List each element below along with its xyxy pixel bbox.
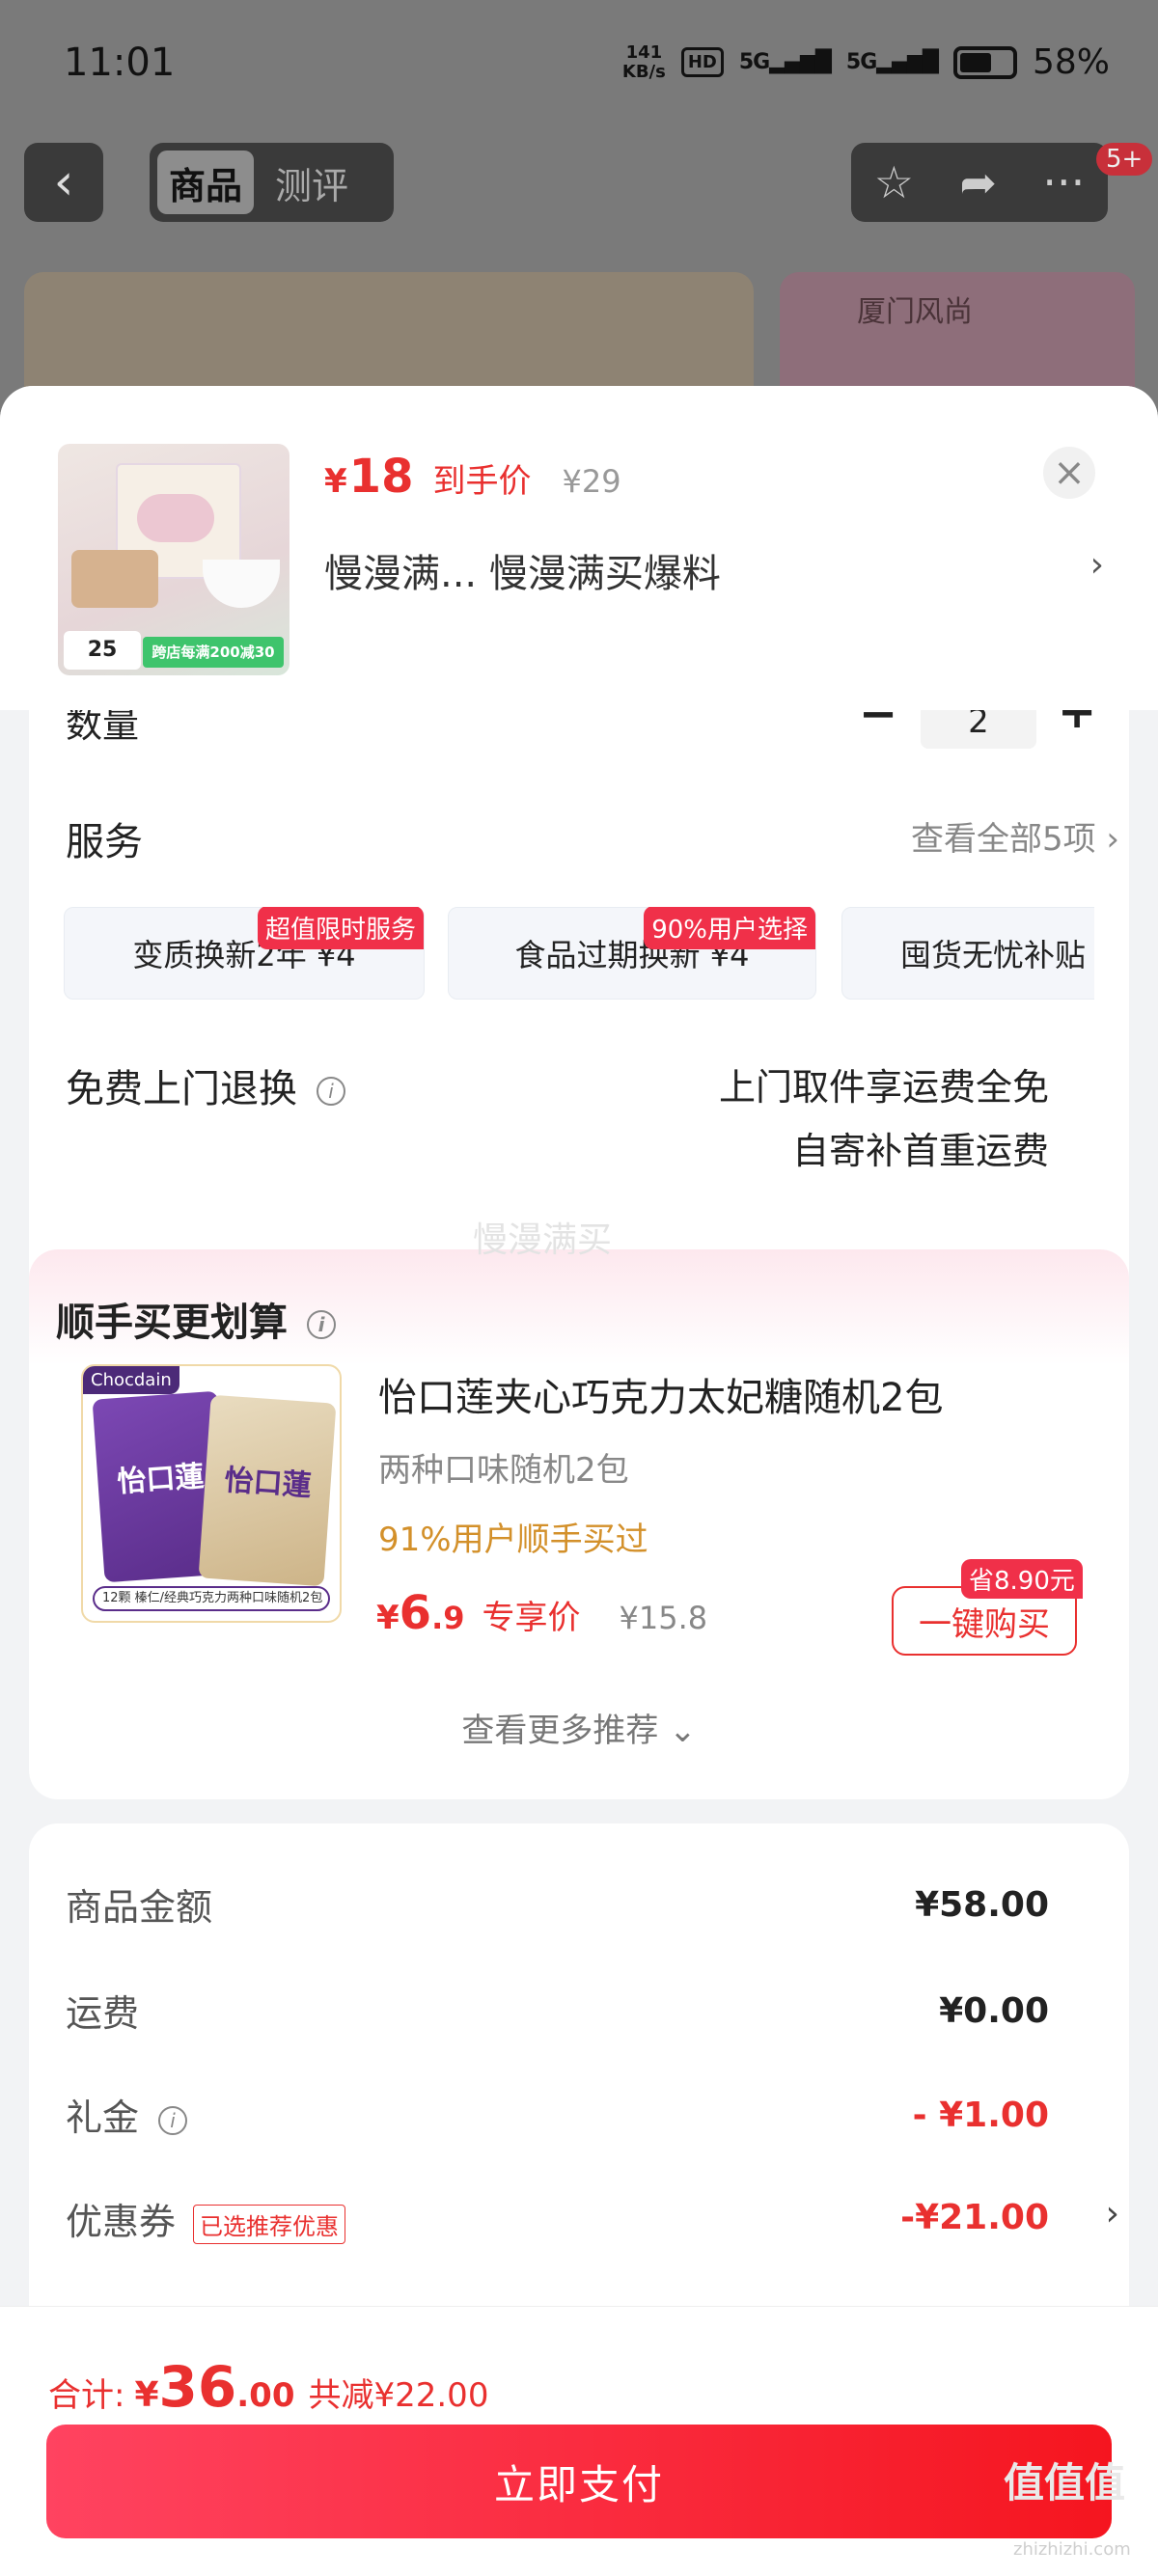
sku-price-row: ¥ 18 到手价 ¥29 [324,450,621,504]
summary-value[interactable]: -¥21.00 [900,2198,1049,2237]
sku-thumbnail: 25 跨店每满200减30 [58,444,290,675]
summary-label: 礼金 i [66,2088,188,2141]
summary-value: ¥0.00 [939,1991,1049,2031]
recommend-original-price: ¥15.8 [619,1600,708,1636]
status-time: 11:01 [64,41,176,85]
watermark-url: zhizhizhi.com [1013,2539,1131,2560]
service-chip-list: 变质换新2年 ¥4 超值限时服务 食品过期换新 ¥4 90%用户选择 囤货无忧补… [64,907,1094,1003]
info-icon[interactable]: i [158,2105,188,2135]
tab-product[interactable]: 商品 [157,151,255,214]
network-speed: 141 KB/s [621,41,666,82]
thumb-promo: 跨店每满200减30 [143,637,284,668]
sku-price: 18 [348,450,414,504]
summary-value: - ¥1.00 [912,2096,1049,2135]
return-title: 免费上门退换 i [66,1057,345,1113]
total-amount: 36 [158,2354,237,2420]
chevron-right-icon[interactable]: › [1090,545,1104,585]
sku-spec-selector[interactable]: 慢漫满... 慢漫满买爆料 [324,542,721,598]
battery-percent: 58% [1032,42,1110,82]
more-recommend-link[interactable]: 查看更多推荐 ⌄ [0,1704,1158,1751]
checkout-sheet: 25 跨店每满200减30 ¥ 18 到手价 ¥29 慢漫满... 慢漫满买爆料… [0,386,1158,2576]
page-tabs: 商品 测评 [150,143,394,222]
star-icon[interactable]: ☆ [874,156,914,208]
signal-icon-2: 5G▂▄▆█ [845,50,939,74]
recommend-name[interactable]: 怡口莲夹心巧克力太妃糖随机2包 [378,1366,943,1422]
service-view-all[interactable]: 查看全部5项 › [911,812,1119,860]
close-icon[interactable]: × [1043,447,1095,499]
return-desc-2: 自寄补首重运费 [791,1130,1049,1172]
service-chip[interactable]: 囤货无忧补贴 [841,907,1094,1000]
save-badge: 省8.90元 [961,1559,1083,1599]
sku-price-label: 到手价 [432,462,532,501]
battery-icon [952,45,1017,79]
banner-title: 厦门风尚 [857,295,973,329]
recommend-subtitle: 两种口味随机2包 [378,1451,629,1490]
tab-review[interactable]: 测评 [263,151,360,214]
thumb-date: 25 [64,631,141,670]
service-chip[interactable]: 变质换新2年 ¥4 超值限时服务 [64,907,425,1000]
brand-corner: Chocdain [83,1366,179,1394]
coupon-tag: 已选推荐优惠 [193,2205,346,2244]
return-desc-1: 上门取件享运费全免 [718,1066,1049,1109]
service-chip[interactable]: 食品过期换新 ¥4 90%用户选择 [448,907,816,1000]
pack-strip: 12颗 榛仁/经典巧克力两种口味随机2包 [93,1586,330,1611]
summary-label: 运费 [66,1992,140,2035]
service-title: 服务 [66,820,143,864]
info-icon[interactable]: i [307,1310,336,1339]
recommend-title: 顺手买更划算 i [56,1291,336,1347]
summary-label[interactable]: 优惠券 已选推荐优惠 [66,2192,346,2245]
share-icon[interactable]: ➦ [959,156,997,208]
pay-now-button[interactable]: 立即支付 [46,2425,1112,2538]
chevron-right-icon[interactable]: › [1106,2194,1119,2233]
message-badge: 5+ [1096,143,1153,176]
hd-icon: HD [680,47,724,77]
recommend-price-row: ¥ 6 .9 专享价 ¥15.8 [376,1586,708,1640]
back-icon[interactable]: ‹ [24,143,103,222]
signal-icon: 5G▂▄▆█ [738,50,832,74]
service-tag: 超值限时服务 [257,907,424,949]
recommend-social-proof: 91%用户顺手买过 [378,1521,648,1559]
info-icon[interactable]: i [317,1077,345,1106]
status-bar: 11:01 141 KB/s HD 5G▂▄▆█ 5G▂▄▆█ 58% [0,0,1158,130]
sku-header: 25 跨店每满200减30 ¥ 18 到手价 ¥29 慢漫满... 慢漫满买爆料… [0,386,1158,710]
watermark-logo: 值值值 [1004,2459,1126,2507]
summary-label: 商品金额 [66,1886,213,1929]
service-tag: 90%用户选择 [644,907,815,949]
total-saved: 共减¥22.00 [308,2376,489,2415]
top-actions: ☆ ➦ ··· [851,143,1108,222]
watermark-text: 慢漫满买 [473,1220,613,1260]
total-row: 合计: ¥ 36 .00 共减¥22.00 [48,2354,489,2420]
more-icon[interactable]: ··· [1042,156,1085,208]
status-icons: 141 KB/s HD 5G▂▄▆█ 5G▂▄▆█ 58% [622,42,1110,82]
summary-value: ¥58.00 [915,1885,1049,1925]
sku-original-price: ¥29 [562,463,621,500]
recommend-image[interactable]: 怡口蓮 怡口蓮 Chocdain 12颗 榛仁/经典巧克力两种口味随机2包 [81,1364,342,1623]
